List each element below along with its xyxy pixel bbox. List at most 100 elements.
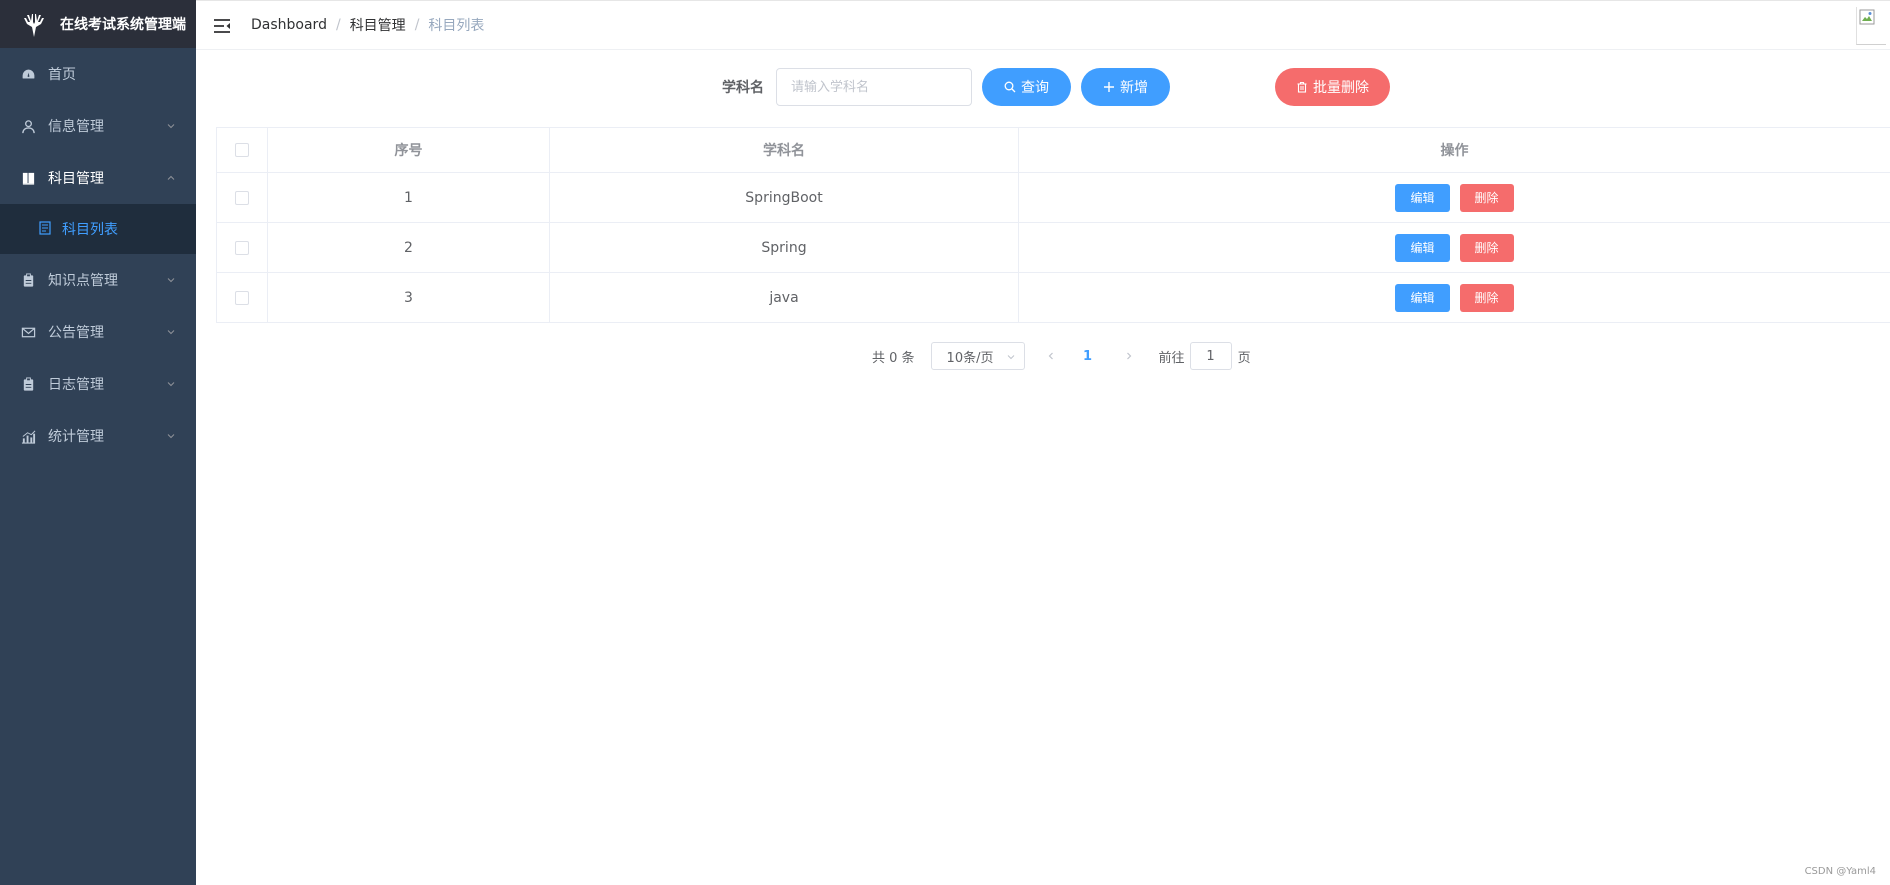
row-checkbox-cell <box>217 173 268 222</box>
add-button[interactable]: 新增 <box>1081 68 1170 106</box>
chart-icon <box>20 428 36 444</box>
header-checkbox-cell <box>217 128 268 172</box>
sidebar-item-label: 日志管理 <box>48 377 104 393</box>
trash-icon <box>1297 81 1307 93</box>
chevron-right-icon <box>1126 352 1131 360</box>
sidebar-menu: 首页 信息管理 科目管理 科目列表 知识点管理 公告管理 日志管理 统计管理 <box>0 48 196 462</box>
sidebar-subitem-label: 科目列表 <box>62 222 118 238</box>
row-no: 2 <box>268 223 550 272</box>
sidebar: 在线考试系统管理端 首页 信息管理 科目管理 科目列表 知识点管理 公告管理 日… <box>0 0 196 885</box>
chevron-left-icon <box>1048 352 1053 360</box>
logo[interactable]: 在线考试系统管理端 <box>0 0 196 48</box>
row-checkbox-cell <box>217 223 268 272</box>
breadcrumb-separator: / <box>414 17 420 33</box>
add-button-label: 新增 <box>1120 80 1148 96</box>
pagination: 共 0 条 10条/页 1 前往 页 <box>872 342 1251 370</box>
breadcrumb-subject-management[interactable]: 科目管理 <box>350 15 406 35</box>
search-bar: 学科名 查询 新增 批量删除 <box>722 68 1390 106</box>
query-button-label: 查询 <box>1021 80 1049 96</box>
sidebar-item-notice-management[interactable]: 公告管理 <box>0 306 196 358</box>
column-header-no: 序号 <box>268 128 550 172</box>
row-subject-name: SpringBoot <box>550 173 1019 222</box>
sidebar-item-label: 信息管理 <box>48 119 104 135</box>
breadcrumb-dashboard[interactable]: Dashboard <box>251 17 327 33</box>
prev-page-button[interactable] <box>1037 342 1065 370</box>
goto-suffix: 页 <box>1237 350 1251 366</box>
row-checkbox-cell <box>217 273 268 322</box>
row-subject-name: java <box>550 273 1019 322</box>
delete-button[interactable]: 删除 <box>1459 233 1514 262</box>
edit-button[interactable]: 编辑 <box>1395 233 1450 262</box>
chevron-down-icon <box>167 124 175 129</box>
table-row: 1 SpringBoot 编辑 删除 <box>217 173 1890 223</box>
table-row: 3 java 编辑 删除 <box>217 273 1890 323</box>
subject-table: 序号 学科名 操作 1 SpringBoot 编辑 删除 2 Spring 编辑… <box>216 127 1890 323</box>
chevron-down-icon <box>167 278 175 283</box>
edit-button[interactable]: 编辑 <box>1395 183 1450 212</box>
goto-page-input[interactable] <box>1189 342 1232 370</box>
sidebar-item-label: 首页 <box>48 67 76 83</box>
clipboard-icon <box>20 272 36 288</box>
search-label: 学科名 <box>722 80 764 96</box>
user-icon <box>20 118 36 134</box>
row-actions: 编辑 删除 <box>1019 173 1890 222</box>
sidebar-item-label: 统计管理 <box>48 429 104 445</box>
clipboard-icon <box>20 376 36 392</box>
batch-delete-button-label: 批量删除 <box>1313 80 1369 96</box>
goto-prefix: 前往 <box>1158 350 1185 366</box>
column-header-operation: 操作 <box>1440 143 1469 159</box>
app-title: 在线考试系统管理端 <box>60 17 186 33</box>
row-subject-name: Spring <box>550 223 1019 272</box>
document-icon <box>38 221 54 237</box>
row-checkbox[interactable] <box>235 290 249 305</box>
plus-icon <box>1104 82 1114 92</box>
sidebar-item-label: 科目管理 <box>48 171 104 187</box>
table-row: 2 Spring 编辑 删除 <box>217 223 1890 273</box>
deer-logo-icon <box>24 14 44 37</box>
sidebar-item-info-management[interactable]: 信息管理 <box>0 100 196 152</box>
row-actions: 编辑 删除 <box>1019 273 1890 322</box>
breadcrumb-subject-list: 科目列表 <box>428 18 485 34</box>
broken-image-icon <box>1859 9 1875 25</box>
chevron-down-icon <box>1007 355 1014 360</box>
query-button[interactable]: 查询 <box>982 68 1071 106</box>
row-checkbox[interactable] <box>235 190 249 205</box>
row-checkbox[interactable] <box>235 240 249 255</box>
delete-button[interactable]: 删除 <box>1459 183 1514 212</box>
avatar[interactable] <box>1856 7 1886 45</box>
chevron-down-icon <box>167 382 175 387</box>
watermark: CSDN @Yaml4 <box>1804 866 1876 877</box>
page-jumper: 前往 页 <box>1159 342 1251 370</box>
row-no: 3 <box>268 273 550 322</box>
chevron-up-icon <box>167 175 175 180</box>
edit-button[interactable]: 编辑 <box>1395 283 1450 312</box>
sidebar-item-label: 公告管理 <box>48 325 104 341</box>
navbar: Dashboard / 科目管理 / 科目列表 <box>196 0 1890 50</box>
sidebar-item-home[interactable]: 首页 <box>0 48 196 100</box>
hamburger-icon[interactable] <box>212 16 232 36</box>
batch-delete-button[interactable]: 批量删除 <box>1275 68 1390 106</box>
book-icon <box>20 170 36 186</box>
chevron-down-icon <box>167 434 175 439</box>
breadcrumb-separator: / <box>335 17 341 33</box>
mail-icon <box>20 324 36 340</box>
select-all-checkbox[interactable] <box>235 143 249 157</box>
sidebar-item-statistics-management[interactable]: 统计管理 <box>0 410 196 462</box>
column-header-name: 学科名 <box>550 128 1019 172</box>
row-no: 1 <box>268 173 550 222</box>
sidebar-subitem-subject-list[interactable]: 科目列表 <box>0 204 196 254</box>
delete-button[interactable]: 删除 <box>1459 283 1514 312</box>
page-size-value: 10条/页 <box>946 350 994 366</box>
next-page-button[interactable] <box>1115 342 1143 370</box>
search-input[interactable] <box>776 68 972 106</box>
sidebar-item-log-management[interactable]: 日志管理 <box>0 358 196 410</box>
pagination-total: 共 0 条 <box>872 350 915 366</box>
search-icon <box>1004 81 1016 93</box>
main-content: 学科名 查询 新增 批量删除 序号 学科名 操作 1 SpringBoot 编辑 <box>196 50 1890 885</box>
row-actions: 编辑 删除 <box>1019 223 1890 272</box>
table-header-row: 序号 学科名 操作 <box>217 128 1890 173</box>
page-number-current[interactable]: 1 <box>1073 342 1103 370</box>
sidebar-item-subject-management[interactable]: 科目管理 <box>0 152 196 204</box>
page-size-select[interactable]: 10条/页 <box>930 342 1025 370</box>
sidebar-item-knowledge-management[interactable]: 知识点管理 <box>0 254 196 306</box>
